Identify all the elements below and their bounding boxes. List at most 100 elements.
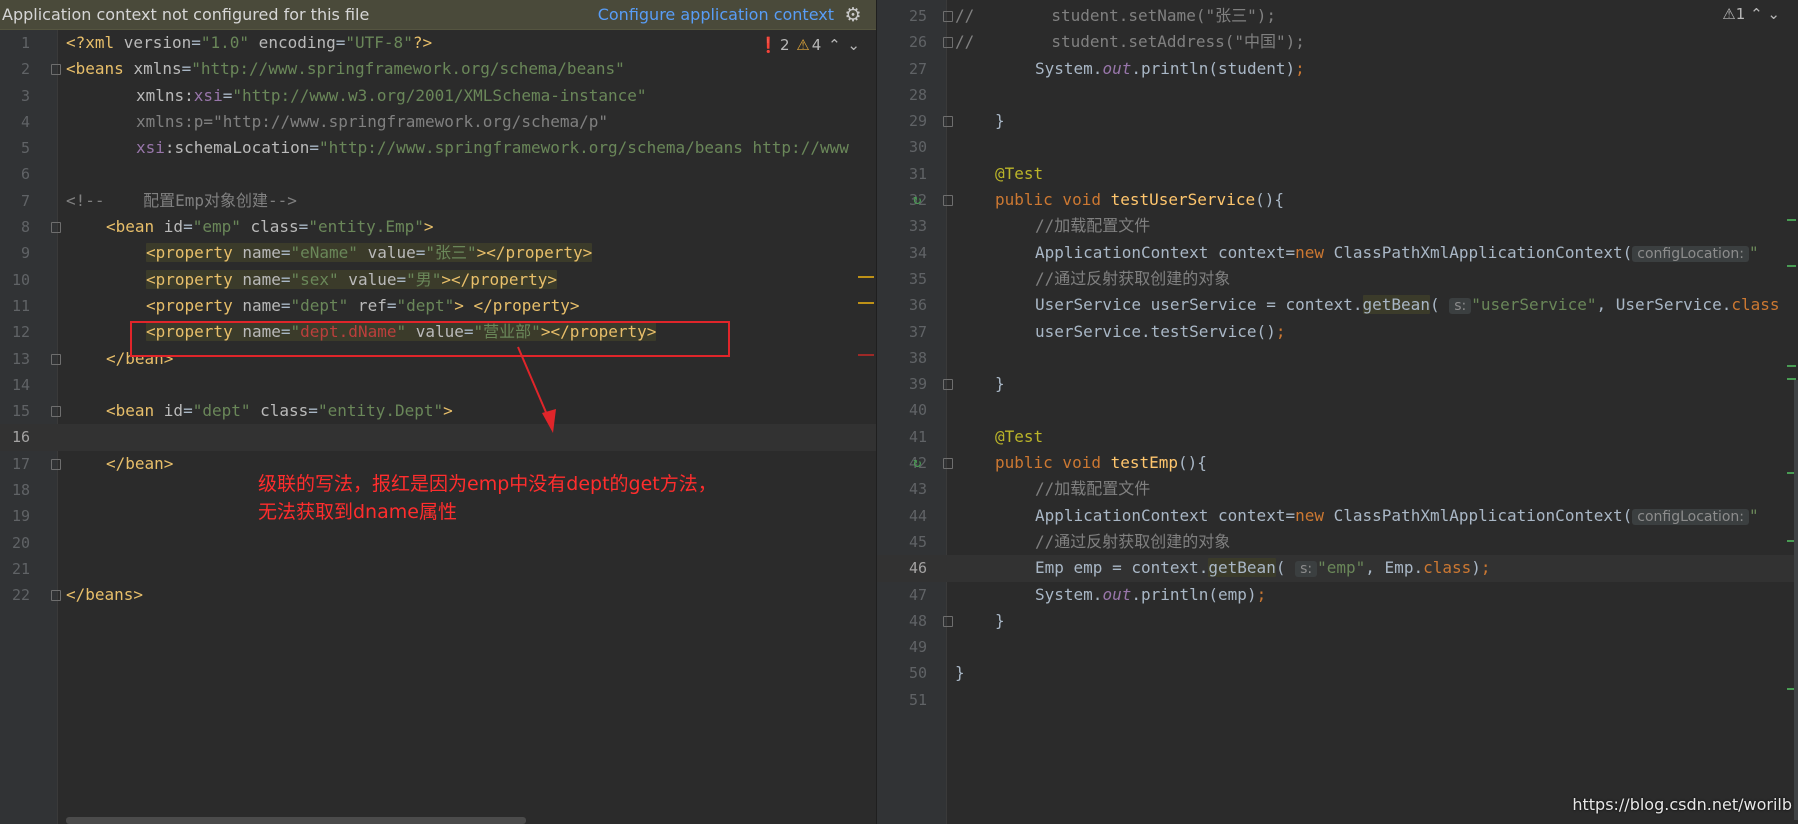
line-number: 44 [908, 506, 927, 525]
change-marker[interactable] [1787, 365, 1796, 367]
code-line: 41 @Test [877, 424, 1798, 450]
code-line: 29} [877, 108, 1798, 134]
warning-stripe[interactable] [858, 276, 874, 278]
code-text[interactable]: xmlns:xsi="http://www.w3.org/2001/XMLSch… [66, 83, 647, 109]
code-text[interactable]: Emp emp = context.getBean( s: "emp", Emp.… [955, 555, 1491, 582]
line-number: 22 [11, 586, 30, 605]
code-text[interactable]: </beans> [66, 582, 143, 608]
code-line: 11 <property name="dept" ref="dept"> </pr… [0, 293, 876, 319]
line-number: 40 [908, 401, 927, 420]
code-line: 45 //通过反射获取创建的对象 [877, 529, 1798, 555]
code-text[interactable]: <bean id="emp" class="entity.Emp"> [66, 214, 434, 240]
java-editor-pane[interactable]: ⚠1 ⌃ ⌄ 25// student.setName("张三"); 26// … [876, 0, 1798, 824]
code-text[interactable]: xsi:schemaLocation="http://www.springfra… [66, 135, 849, 161]
fold-icon[interactable] [943, 11, 953, 22]
line-number: 36 [908, 296, 927, 315]
change-marker[interactable] [1787, 265, 1796, 267]
code-text[interactable]: @Test [955, 161, 1043, 187]
code-text[interactable]: <property name="eName" value="张三"></prop… [66, 240, 593, 266]
fold-icon[interactable] [943, 116, 953, 128]
code-text[interactable]: } [955, 108, 1005, 134]
warning-stripe[interactable] [858, 302, 874, 304]
code-text[interactable]: userService.testService(); [955, 319, 1285, 345]
annotation-note: 级联的写法，报红是因为emp中没有dept的get方法， 无法获取到dname属… [258, 470, 717, 526]
parameter-hint: configLocation: [1632, 508, 1750, 525]
code-text[interactable]: // student.setAddress("中国"); [955, 29, 1305, 55]
code-line: 2 <beans xmlns="http://www.springframewor… [0, 56, 876, 82]
code-text[interactable]: <bean id="dept" class="entity.Dept"> [66, 398, 453, 424]
code-text[interactable]: //通过反射获取创建的对象 [955, 529, 1230, 555]
line-number: 27 [908, 59, 927, 78]
code-line: 30 [877, 134, 1798, 160]
code-text[interactable]: </bean> [66, 451, 173, 477]
horizontal-scrollbar[interactable] [66, 817, 526, 824]
run-test-icon[interactable]: ↻ [913, 192, 921, 208]
code-text[interactable]: <beans xmlns="http://www.springframework… [66, 56, 625, 82]
code-text[interactable]: <?xml version="1.0" encoding="UTF-8"?> [66, 30, 432, 56]
code-line: 38 [877, 345, 1798, 371]
fold-icon[interactable] [51, 64, 61, 76]
fold-icon[interactable] [943, 37, 953, 49]
code-text[interactable]: @Test [955, 424, 1043, 450]
line-number: 51 [908, 690, 927, 709]
code-text[interactable]: } [955, 608, 1005, 634]
context-banner: Application context not configured for t… [0, 0, 876, 30]
fold-icon[interactable] [51, 458, 61, 470]
code-text[interactable]: public void testEmp(){ [955, 450, 1207, 476]
parameter-hint: s: [1295, 561, 1318, 578]
fold-icon[interactable] [943, 615, 953, 627]
code-text[interactable]: } [955, 371, 1005, 397]
code-text[interactable]: <property name="sex" value="男"></propert… [66, 267, 557, 293]
annotation-line-2: 无法获取到dname属性 [258, 501, 457, 523]
fold-icon[interactable] [51, 222, 61, 234]
line-number: 29 [908, 112, 927, 131]
fold-icon[interactable] [51, 353, 61, 365]
code-text[interactable]: ApplicationContext context=new ClassPath… [955, 240, 1759, 267]
code-line: 31 @Test [877, 161, 1798, 187]
code-text[interactable]: //加载配置文件 [955, 213, 1150, 239]
fold-icon[interactable] [943, 379, 953, 391]
code-line: 1 <?xml version="1.0" encoding="UTF-8"?> [0, 30, 876, 56]
code-text[interactable]: public void testUserService(){ [955, 187, 1284, 213]
line-number: 8 [20, 218, 30, 237]
code-line: 3 xmlns:xsi="http://www.w3.org/2001/XMLSc… [0, 83, 876, 109]
line-number: 17 [11, 454, 30, 473]
code-line: 25 // student.setName("张三"); [877, 3, 1798, 29]
code-text[interactable]: UserService userService = context.getBea… [955, 292, 1780, 319]
vertical-scrollbar[interactable] [1794, 380, 1798, 820]
line-number: 11 [11, 296, 30, 315]
line-number: 7 [20, 191, 30, 210]
line-number: 38 [908, 348, 927, 367]
code-text[interactable]: //加载配置文件 [955, 476, 1150, 502]
gear-icon[interactable]: ⚙ [842, 4, 864, 26]
fold-icon[interactable] [51, 406, 61, 418]
code-line: 50} [877, 660, 1798, 686]
line-number: 28 [908, 85, 927, 104]
run-test-icon[interactable]: ↻ [913, 455, 921, 471]
code-text[interactable]: ApplicationContext context=new ClassPath… [955, 503, 1759, 530]
code-text[interactable]: <property name="dept" ref="dept"> </prop… [66, 293, 580, 319]
xml-editor-pane[interactable]: Application context not configured for t… [0, 0, 876, 824]
code-text[interactable]: } [955, 660, 965, 686]
code-text[interactable]: // student.setName("张三"); [955, 3, 1276, 29]
code-text[interactable]: System.out.println(student); [955, 56, 1305, 82]
code-line: 21 [0, 556, 876, 582]
change-marker[interactable] [1787, 219, 1796, 221]
line-number: 14 [11, 375, 30, 394]
configure-context-link[interactable]: Configure application context [598, 0, 834, 30]
code-text[interactable]: //通过反射获取创建的对象 [955, 266, 1230, 292]
line-number: 3 [20, 86, 30, 105]
line-number: 43 [908, 480, 927, 499]
fold-icon[interactable] [943, 458, 953, 470]
line-number: 12 [11, 323, 30, 342]
code-text[interactable]: System.out.println(emp); [955, 582, 1266, 608]
code-text[interactable]: <!-- 配置Emp对象创建--> [66, 188, 297, 214]
line-number: 15 [11, 402, 30, 421]
line-number: 46 [908, 559, 927, 578]
code-text[interactable]: xmlns:p="http://www.springframework.org/… [66, 109, 608, 135]
code-line: 28 [877, 82, 1798, 108]
code-line: 7 <!-- 配置Emp对象创建--> [0, 188, 876, 214]
fold-icon[interactable] [943, 195, 953, 207]
fold-icon[interactable] [51, 590, 61, 602]
error-stripe[interactable] [858, 354, 874, 356]
